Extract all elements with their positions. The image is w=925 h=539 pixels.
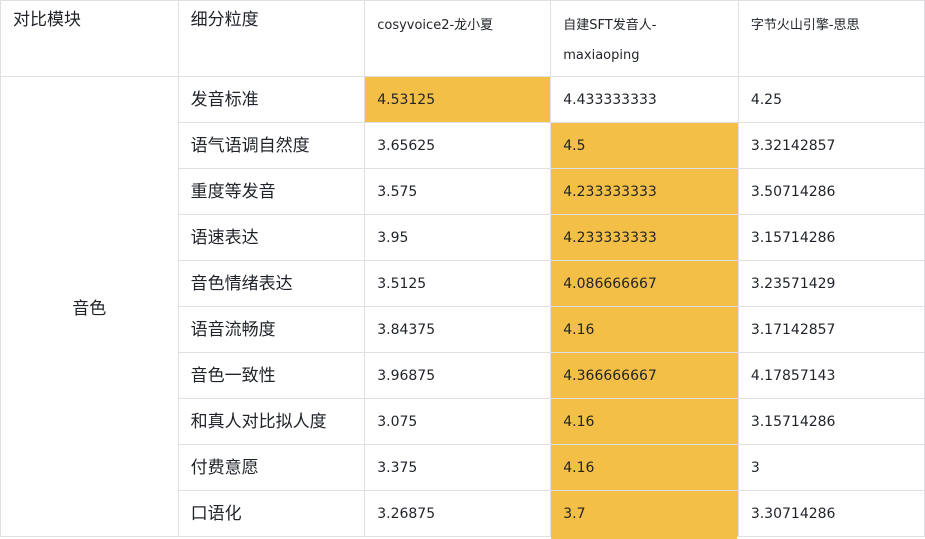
value-text-c: 4.17857143 [750,368,836,384]
value-cell-c[interactable]: 3.15714286 [737,398,925,445]
metric-cell[interactable]: 音色一致性 [177,352,366,399]
value-text-c: 3.15714286 [750,230,836,246]
metric-cell[interactable]: 付费意愿 [177,444,366,491]
value-text-b: 4.433333333 [563,92,657,108]
value-text-a: 3.575 [377,184,418,200]
metric-label: 语气语调自然度 [190,135,310,156]
value-text-c: 3 [750,460,760,476]
header-module-label: 对比模块 [13,10,81,30]
value-cell-b[interactable]: 4.5 [550,122,739,169]
header-cell-col-c[interactable]: 字节火山引擎-思思 [737,0,925,77]
metric-label: 语速表达 [190,227,259,248]
value-cell-c[interactable]: 4.17857143 [737,352,925,399]
value-cell-a[interactable]: 3.96875 [364,352,552,399]
value-cell-a[interactable]: 3.95 [364,214,552,261]
metric-cell[interactable]: 发音标准 [177,76,366,123]
metric-label: 音色一致性 [190,365,276,386]
value-cell-b[interactable]: 4.233333333 [550,214,739,261]
header-col-a-label: cosyvoice2-龙小夏 [377,18,494,33]
value-text-a: 3.375 [377,460,418,476]
header-col-c-label: 字节火山引擎-思思 [750,18,860,33]
metric-cell[interactable]: 语速表达 [177,214,366,261]
value-cell-c[interactable]: 3.50714286 [737,168,925,215]
value-text-b: 4.086666667 [563,276,657,292]
header-cell-col-a[interactable]: cosyvoice2-龙小夏 [364,0,552,77]
value-cell-b[interactable]: 4.233333333 [550,168,739,215]
value-text-b: 4.16 [563,322,595,338]
group-cell-timbre[interactable]: 音色 [0,76,179,537]
value-cell-c[interactable]: 4.25 [737,76,925,123]
header-detail-label: 细分粒度 [190,10,259,30]
metric-cell[interactable]: 音色情绪表达 [177,260,366,307]
metric-cell[interactable]: 语音流畅度 [177,306,366,353]
metric-cell[interactable]: 重度等发音 [177,168,366,215]
metric-cell[interactable]: 和真人对比拟人度 [177,398,366,445]
value-text-b: 4.366666667 [563,368,657,384]
value-text-c: 3.30714286 [750,506,836,522]
value-cell-b[interactable]: 4.16 [550,306,739,353]
metric-cell[interactable]: 语气语调自然度 [177,122,366,169]
spreadsheet-view: 对比模块 细分粒度 cosyvoice2-龙小夏 自建SFT发音人-maxiao… [0,0,925,539]
value-cell-a[interactable]: 3.375 [364,444,552,491]
value-text-a: 4.53125 [377,92,436,108]
value-cell-a[interactable]: 3.5125 [364,260,552,307]
value-cell-c[interactable]: 3 [737,444,925,491]
value-text-c: 3.15714286 [750,414,836,430]
value-cell-a[interactable]: 3.26875 [364,490,552,537]
table-row: 音色 发音标准 4.53125 4.433333333 4.25 [0,76,925,537]
value-cell-a[interactable]: 3.65625 [364,122,552,169]
value-cell-c[interactable]: 3.15714286 [737,214,925,261]
group-label: 音色 [72,299,107,319]
value-text-c: 4.25 [750,92,782,108]
metric-label: 口语化 [190,503,242,524]
metric-cell[interactable]: 口语化 [177,490,366,537]
value-text-b: 4.16 [563,414,595,430]
value-text-a: 3.84375 [377,322,436,338]
value-text-a: 3.96875 [377,368,436,384]
metric-label: 发音标准 [190,89,259,110]
metric-label: 音色情绪表达 [190,273,293,294]
value-text-c: 3.32142857 [750,138,836,154]
value-text-a: 3.95 [377,230,409,246]
comparison-table: 对比模块 细分粒度 cosyvoice2-龙小夏 自建SFT发音人-maxiao… [0,0,925,537]
value-text-b: 4.5 [563,138,586,154]
value-cell-a[interactable]: 3.575 [364,168,552,215]
value-cell-a[interactable]: 3.075 [364,398,552,445]
value-cell-b[interactable]: 3.7 [550,490,739,537]
value-text-c: 3.17142857 [750,322,836,338]
value-cell-c[interactable]: 3.17142857 [737,306,925,353]
value-cell-c[interactable]: 3.32142857 [737,122,925,169]
value-text-c: 3.50714286 [750,184,836,200]
value-text-b: 4.233333333 [563,184,657,200]
header-cell-col-b[interactable]: 自建SFT发音人-maxiaoping [550,0,739,77]
value-cell-b[interactable]: 4.086666667 [550,260,739,307]
value-cell-a[interactable]: 4.53125 [364,76,552,123]
header-cell-detail[interactable]: 细分粒度 [177,0,366,77]
value-text-c: 3.23571429 [750,276,836,292]
value-cell-c[interactable]: 3.23571429 [737,260,925,307]
value-cell-a[interactable]: 3.84375 [364,306,552,353]
value-text-a: 3.075 [377,414,418,430]
value-cell-b[interactable]: 4.16 [550,444,739,491]
value-cell-c[interactable]: 3.30714286 [737,490,925,537]
header-cell-module[interactable]: 对比模块 [0,0,179,77]
metric-label: 和真人对比拟人度 [190,411,327,432]
value-text-a: 3.65625 [377,138,436,154]
value-text-b: 3.7 [563,506,586,522]
value-text-b: 4.16 [563,460,595,476]
value-cell-b[interactable]: 4.433333333 [550,76,739,123]
metric-label: 语音流畅度 [190,319,276,340]
value-text-b: 4.233333333 [563,230,657,246]
metric-label: 重度等发音 [190,181,276,202]
value-text-a: 3.5125 [377,276,427,292]
header-col-b-label: 自建SFT发音人-maxiaoping [563,18,657,63]
header-row: 对比模块 细分粒度 cosyvoice2-龙小夏 自建SFT发音人-maxiao… [0,0,925,77]
value-cell-b[interactable]: 4.16 [550,398,739,445]
value-cell-b[interactable]: 4.366666667 [550,352,739,399]
value-text-a: 3.26875 [377,506,436,522]
metric-label: 付费意愿 [190,457,259,478]
